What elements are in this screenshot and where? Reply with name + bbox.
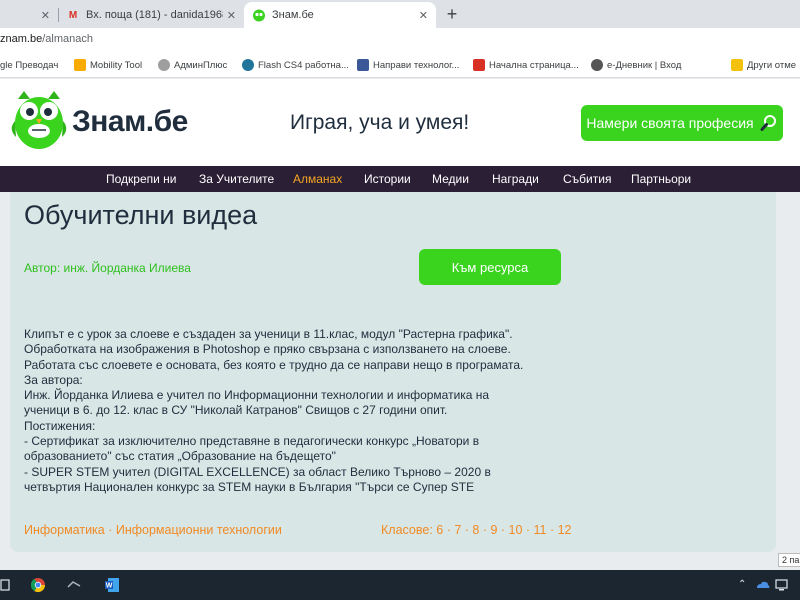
- tab-title: Знам.бе: [272, 9, 314, 21]
- main-nav: Подкрепи ни За Учителите Алманах Истории…: [0, 166, 800, 192]
- browser-tab-znambe[interactable]: Знам.бе ✕: [244, 2, 436, 28]
- nav-item-almanac[interactable]: Алманах: [293, 172, 342, 186]
- bookmark-flash[interactable]: Flash CS4 работна...: [242, 57, 349, 73]
- bookmark-label: Други отме: [747, 59, 797, 71]
- bookmark-label: Mobility Tool: [90, 59, 143, 71]
- search-icon: [760, 115, 776, 131]
- app-icon[interactable]: [66, 577, 82, 593]
- body-line: - Сертификат за изключително представяне…: [24, 434, 480, 449]
- bookmark-adminplus[interactable]: АдминПлюс: [158, 57, 227, 73]
- wordpress-icon: [242, 59, 254, 71]
- bookmark-napravi[interactable]: Направи технолог...: [357, 57, 459, 73]
- os-taskbar: W ⌃: [0, 570, 800, 600]
- page-title: Обучителни видеа: [24, 200, 258, 230]
- globe-icon: [158, 59, 170, 71]
- gmail-icon: M: [68, 9, 78, 21]
- new-tab-button[interactable]: +: [442, 4, 462, 24]
- url-host: znam.be: [0, 33, 43, 45]
- network-icon[interactable]: [774, 577, 790, 593]
- body-line: образованието" със статия „Образование н…: [24, 449, 336, 464]
- bookmark-label: АдминПлюс: [174, 59, 228, 71]
- folder-icon: [731, 59, 743, 71]
- bookmark-label: Flash CS4 работна...: [258, 59, 349, 71]
- body-line: Обработката на изображения в Photoshop е…: [24, 342, 511, 357]
- owl-favicon-icon: [252, 8, 266, 22]
- task-view-icon[interactable]: [0, 577, 16, 593]
- site-logo-text[interactable]: Знам.бе: [72, 105, 188, 139]
- onedrive-icon[interactable]: [754, 577, 770, 593]
- address-bar[interactable]: znam.be/almanach: [0, 28, 800, 52]
- nav-item-partners[interactable]: Партньори: [631, 172, 691, 186]
- body-line: - SUPER STEM учител (DIGITAL EXCELLENCE)…: [24, 464, 491, 479]
- bookmark-label: Начална страница...: [489, 59, 579, 71]
- tab-title: Вх. поща (181) - danida1968@g: [86, 9, 223, 21]
- bookmark-mobility-tool[interactable]: Mobility Tool: [74, 57, 142, 73]
- nav-item-support[interactable]: Подкрепи ни: [106, 172, 177, 186]
- bookmark-home-page[interactable]: Начална страница...: [473, 57, 579, 73]
- bookmark-e-dnevnik[interactable]: е-Дневник | Вход: [591, 57, 681, 73]
- grade-levels[interactable]: Класове: 6 · 7 · 8 · 9 · 10 · 11 · 12: [381, 523, 572, 537]
- nav-item-media[interactable]: Медии: [432, 172, 469, 186]
- svg-text:W: W: [106, 583, 113, 590]
- mobility-icon: [74, 59, 86, 71]
- chevron-up-icon[interactable]: ⌃: [738, 579, 746, 590]
- to-resource-button[interactable]: Към ресурса: [419, 249, 561, 285]
- close-icon[interactable]: ✕: [41, 9, 50, 22]
- body-line: четвъртия Национален конкурс за STEM нау…: [24, 479, 475, 494]
- site-header: Знам.бе Играя, уча и умея! Намери своята…: [0, 79, 800, 166]
- globe-icon: [591, 59, 603, 71]
- nav-item-teachers[interactable]: За Учителите: [199, 172, 274, 186]
- bookmark-translate[interactable]: gle Преводач: [0, 57, 58, 73]
- url-path: /almanach: [42, 33, 93, 45]
- body-line: ученици в 6. до 12. клас в СУ "Николай К…: [24, 403, 448, 418]
- body-line: Инж. Йорданка Илиева е учител по Информа…: [24, 388, 490, 403]
- nav-item-events[interactable]: Събития: [563, 172, 611, 186]
- body-line: Постижения:: [24, 418, 96, 433]
- find-profession-label: Намери своята професия: [586, 115, 754, 131]
- body-line: Клипът е с урок за слоеве е създаден за …: [24, 327, 513, 341]
- bookmark-label: е-Дневник | Вход: [607, 59, 682, 71]
- body-line: За автора:: [24, 372, 83, 387]
- find-profession-button[interactable]: Намери своята професия: [581, 105, 783, 141]
- close-icon[interactable]: ✕: [227, 9, 236, 22]
- owl-logo-icon[interactable]: [10, 89, 68, 151]
- office-icon: [473, 59, 485, 71]
- nav-item-awards[interactable]: Награди: [492, 172, 539, 186]
- site-slogan: Играя, уча и умея!: [290, 111, 470, 134]
- bookmarks-bar: gle Преводач Mobility Tool АдминПлюс Fla…: [0, 52, 800, 78]
- author-line: Автор: инж. Йорданка Илиева: [24, 261, 191, 275]
- form-icon: [357, 59, 369, 71]
- word-icon[interactable]: W: [104, 577, 120, 593]
- bookmark-other[interactable]: Други отме: [731, 57, 796, 73]
- bookmark-label: gle Преводач: [0, 59, 59, 71]
- body-line: Работата със слоевете е основата, без ко…: [24, 357, 524, 372]
- browser-tab-strip: ✕ M Вх. поща (181) - danida1968@g ✕ Знам…: [0, 0, 800, 28]
- bookmark-label: Направи технолог...: [373, 59, 460, 71]
- browser-tab-gmail[interactable]: M Вх. поща (181) - danida1968@g ✕: [58, 2, 244, 28]
- chrome-icon[interactable]: [30, 577, 46, 593]
- browser-tab-first[interactable]: ✕: [0, 2, 58, 28]
- nav-item-stories[interactable]: Истории: [364, 172, 411, 186]
- tooltip-badge: 2 пак: [778, 553, 800, 567]
- article-body: Клипът е с урок за слоеве е създаден за …: [24, 327, 561, 495]
- subject-tags[interactable]: Информатика · Информационни технологии: [24, 523, 282, 537]
- close-icon[interactable]: ✕: [419, 9, 428, 22]
- url-text[interactable]: znam.be/almanach: [0, 33, 93, 45]
